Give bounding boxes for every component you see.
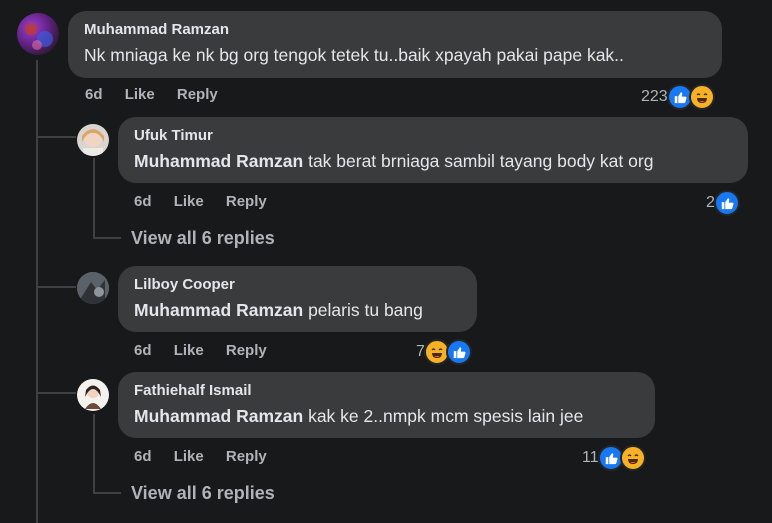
comment-actions: 6d Like Reply	[134, 448, 285, 465]
like-button[interactable]: Like	[174, 342, 204, 359]
reaction-summary[interactable]: 11	[582, 445, 646, 471]
haha-icon	[688, 84, 715, 110]
like-icon	[713, 190, 740, 216]
comment-body: kak ke 2..nmpk mcm spesis lain jee	[308, 406, 584, 426]
like-button[interactable]: Like	[174, 193, 204, 210]
comment-body: tak berat brniaga sambil tayang body kat…	[308, 151, 654, 171]
mention-link[interactable]: Muhammad Ramzan	[134, 406, 303, 426]
like-icon	[445, 339, 472, 365]
reaction-summary[interactable]: 7	[416, 339, 472, 365]
comment-text: Muhammad Ramzan kak ke 2..nmpk mcm spesi…	[134, 404, 639, 428]
comment-actions: 6d Like Reply	[134, 193, 285, 210]
thread-line-branch-1	[36, 136, 76, 138]
comment-author[interactable]: Lilboy Cooper	[134, 276, 461, 294]
like-button[interactable]: Like	[174, 448, 204, 465]
avatar-image	[25, 23, 53, 50]
reply-button[interactable]: Reply	[226, 342, 267, 359]
mention-link[interactable]: Muhammad Ramzan	[134, 300, 303, 320]
thread-line-sub-2	[93, 414, 95, 493]
like-button[interactable]: Like	[125, 86, 155, 103]
reaction-summary[interactable]: 2	[706, 190, 740, 216]
thread-line-branch-3	[36, 392, 76, 394]
comment-actions: 6d Like Reply	[134, 342, 285, 359]
reply-button[interactable]: Reply	[226, 448, 267, 465]
haha-icon	[619, 445, 646, 471]
avatar[interactable]	[77, 124, 109, 156]
reaction-summary[interactable]: 223	[641, 84, 715, 110]
comment-author[interactable]: Fathiehalf Ismail	[134, 382, 639, 400]
mention-link[interactable]: Muhammad Ramzan	[134, 151, 303, 171]
comment-actions: 6d Like Reply	[85, 86, 236, 103]
avatar[interactable]	[17, 13, 59, 55]
comment-bubble: Muhammad Ramzan Nk mniaga ke nk bg org t…	[68, 11, 722, 78]
comment-text: Muhammad Ramzan tak berat brniaga sambil…	[134, 149, 732, 173]
avatar-image	[82, 129, 104, 156]
reaction-count: 11	[582, 449, 599, 466]
comment-timestamp[interactable]: 6d	[85, 86, 103, 103]
view-replies-link[interactable]: View all 6 replies	[131, 228, 275, 249]
comment-timestamp[interactable]: 6d	[134, 448, 152, 465]
comment-bubble: Fathiehalf Ismail Muhammad Ramzan kak ke…	[118, 372, 655, 438]
reaction-count: 223	[641, 88, 668, 105]
thread-line-main	[36, 60, 38, 523]
avatar-image	[85, 385, 101, 409]
reply-button[interactable]: Reply	[177, 86, 218, 103]
comment-author[interactable]: Muhammad Ramzan	[84, 21, 706, 39]
avatar-image	[77, 272, 109, 304]
comment-text: Nk mniaga ke nk bg org tengok tetek tu..…	[84, 45, 624, 65]
thread-line-sub-1	[93, 158, 95, 238]
comment-timestamp[interactable]: 6d	[134, 193, 152, 210]
comment-text: Muhammad Ramzan pelaris tu bang	[134, 298, 461, 322]
thread-line-sub-2-h	[93, 492, 121, 494]
thread-line-sub-1-h	[93, 237, 121, 239]
comment-author[interactable]: Ufuk Timur	[134, 127, 732, 145]
avatar[interactable]	[77, 379, 109, 411]
comment-timestamp[interactable]: 6d	[134, 342, 152, 359]
comment-bubble: Ufuk Timur Muhammad Ramzan tak berat brn…	[118, 117, 748, 183]
comment-body: pelaris tu bang	[308, 300, 423, 320]
avatar[interactable]	[77, 272, 109, 304]
reply-button[interactable]: Reply	[226, 193, 267, 210]
view-replies-link[interactable]: View all 6 replies	[131, 483, 275, 504]
thread-line-branch-2	[36, 286, 76, 288]
comment-bubble: Lilboy Cooper Muhammad Ramzan pelaris tu…	[118, 266, 477, 332]
